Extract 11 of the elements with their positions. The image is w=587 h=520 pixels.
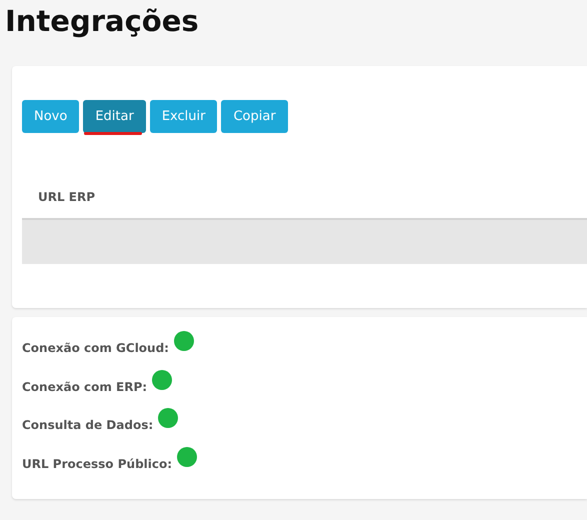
page-title: Integrações: [4, 3, 200, 40]
toolbar-button[interactable]: Copiar: [221, 100, 288, 133]
table-row[interactable]: [22, 218, 587, 264]
status-label: Consulta de Dados:: [22, 418, 154, 432]
status-label: Conexão com GCloud:: [22, 341, 169, 355]
status-label: URL Processo Público:: [22, 456, 172, 470]
status-label: Conexão com ERP:: [22, 380, 148, 394]
toolbar-button[interactable]: Novo: [22, 100, 80, 133]
toolbar-button[interactable]: Excluir: [150, 100, 218, 133]
toolbar-button[interactable]: Editar: [83, 100, 146, 133]
column-header: URL ERP: [37, 189, 96, 206]
